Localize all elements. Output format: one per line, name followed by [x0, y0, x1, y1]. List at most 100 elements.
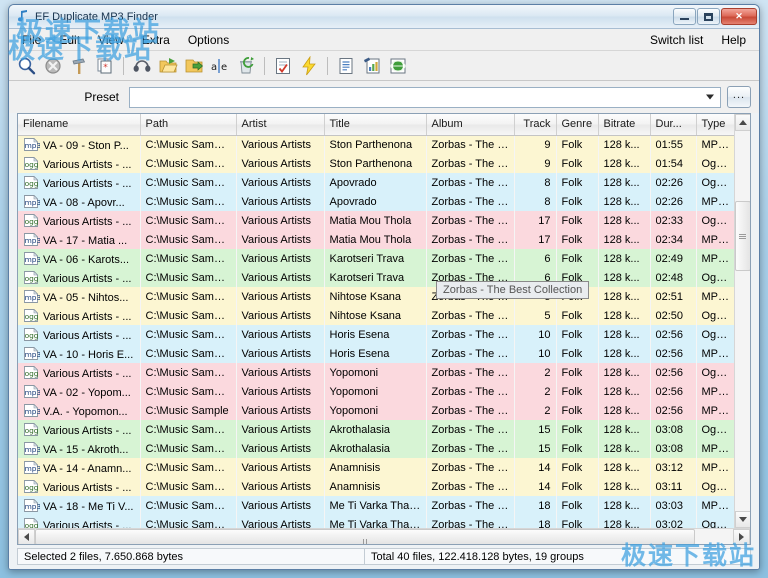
table-row[interactable]: mp3VA - 02 - Yopom...C:\Music Sample...V… — [18, 382, 734, 401]
cell-path: C:\Music Sample... — [140, 211, 236, 230]
table-row[interactable]: oggVarious Artists - ...C:\Music Sample.… — [18, 268, 734, 287]
menu-item-extra[interactable]: Extra — [133, 31, 179, 49]
cell-artist: Various Artists — [236, 477, 324, 496]
table-row[interactable]: mp3VA - 18 - Me Ti V...C:\Music Sample..… — [18, 496, 734, 515]
minimize-button[interactable] — [673, 8, 696, 25]
table-row[interactable]: mp3V.A. - Yopomon...C:\Music SampleVario… — [18, 401, 734, 420]
cell-filename: oggVarious Artists - ... — [18, 173, 140, 192]
lightning-icon[interactable] — [297, 54, 321, 78]
menu-item-switch-list[interactable]: Switch list — [641, 31, 712, 49]
menu-item-view[interactable]: View — [89, 31, 133, 49]
new-document-icon[interactable]: * — [93, 54, 117, 78]
vertical-scrollbar[interactable] — [734, 114, 750, 528]
cell-type: Ogg V — [696, 268, 734, 287]
column-header-genre[interactable]: Genre — [556, 114, 598, 135]
table-row[interactable]: oggVarious Artists - ...C:\Music Sample.… — [18, 420, 734, 439]
cell-filename: mp3V.A. - Yopomon... — [18, 401, 140, 420]
table-row[interactable]: oggVarious Artists - ...C:\Music Sample.… — [18, 173, 734, 192]
horizontal-scroll-thumb[interactable] — [35, 529, 695, 545]
table-row[interactable]: mp3VA - 17 - Matia ...C:\Music Sample...… — [18, 230, 734, 249]
ogg-file-icon: ogg — [23, 214, 40, 227]
scroll-left-button[interactable] — [18, 529, 35, 545]
table-row[interactable]: oggVarious Artists - ...C:\Music Sample.… — [18, 515, 734, 528]
maximize-button[interactable] — [697, 8, 720, 25]
cell-filename: oggVarious Artists - ... — [18, 420, 140, 439]
recycle-bin-icon[interactable] — [234, 54, 258, 78]
report-text-icon[interactable] — [334, 54, 358, 78]
table-row[interactable]: mp3VA - 08 - Apovr...C:\Music Sample...V… — [18, 192, 734, 211]
search-icon[interactable] — [15, 54, 39, 78]
cell-duration: 02:56 — [650, 401, 696, 420]
vertical-scroll-track[interactable] — [735, 131, 751, 511]
cell-title: Akrothalasia — [324, 420, 426, 439]
table-row[interactable]: mp3VA - 06 - Karots...C:\Music Sample...… — [18, 249, 734, 268]
column-header-duration[interactable]: Dur... — [650, 114, 696, 135]
stop-icon[interactable] — [41, 54, 65, 78]
grip-icon — [739, 233, 746, 240]
cell-genre: Folk — [556, 420, 598, 439]
vertical-scroll-thumb[interactable] — [735, 201, 751, 271]
ogg-file-icon: ogg — [23, 480, 40, 493]
table-row[interactable]: oggVarious Artists - ...C:\Music Sample.… — [18, 363, 734, 382]
menu-item-file[interactable]: File — [13, 31, 50, 49]
column-header-track[interactable]: Track — [514, 114, 556, 135]
ogg-file-icon: ogg — [23, 518, 40, 529]
column-header-bitrate[interactable]: Bitrate — [598, 114, 650, 135]
open-folder-icon[interactable] — [156, 54, 180, 78]
chevron-down-icon[interactable] — [702, 89, 718, 106]
menu-item-edit[interactable]: Edit — [50, 31, 89, 49]
close-button[interactable]: ✕ — [721, 8, 757, 25]
cell-path: C:\Music Sample... — [140, 230, 236, 249]
checklist-icon[interactable] — [271, 54, 295, 78]
column-header-artist[interactable]: Artist — [236, 114, 324, 135]
column-header-filename[interactable]: Filename — [18, 114, 140, 135]
cell-album: Zorbas - The B... — [426, 230, 514, 249]
cell-title: Ston Parthenona — [324, 154, 426, 173]
cell-artist: Various Artists — [236, 135, 324, 154]
hammer-tools-icon[interactable] — [67, 54, 91, 78]
svg-text:e: e — [221, 62, 227, 73]
column-header-album[interactable]: Album — [426, 114, 514, 135]
horizontal-scrollbar[interactable] — [18, 528, 750, 544]
report-chart-icon[interactable] — [360, 54, 384, 78]
cell-album: Zorbas - The B... — [426, 458, 514, 477]
cell-path: C:\Music Sample... — [140, 420, 236, 439]
horizontal-scroll-track[interactable] — [35, 529, 733, 545]
music-note-icon — [15, 9, 30, 24]
preset-combobox[interactable] — [129, 87, 721, 108]
cell-filename: oggVarious Artists - ... — [18, 363, 140, 382]
column-header-type[interactable]: Type — [696, 114, 734, 135]
table-row[interactable]: oggVarious Artists - ...C:\Music Sample.… — [18, 477, 734, 496]
table-row[interactable]: mp3VA - 14 - Anamn...C:\Music Sample...V… — [18, 458, 734, 477]
scroll-up-button[interactable] — [735, 114, 751, 131]
table-row[interactable]: mp3VA - 10 - Horis E...C:\Music Sample..… — [18, 344, 734, 363]
cell-album: Zorbas - The B... — [426, 135, 514, 154]
menu-item-help[interactable]: Help — [712, 31, 755, 49]
menu-item-options[interactable]: Options — [179, 31, 238, 49]
cell-track: 15 — [514, 439, 556, 458]
table-row[interactable]: oggVarious Artists - ...C:\Music Sample.… — [18, 211, 734, 230]
cell-filename: oggVarious Artists - ... — [18, 477, 140, 496]
table-row[interactable]: oggVarious Artists - ...C:\Music Sample.… — [18, 154, 734, 173]
table-row[interactable]: mp3VA - 05 - Nihtos...C:\Music Sample...… — [18, 287, 734, 306]
table-row[interactable]: mp3VA - 15 - Akroth...C:\Music Sample...… — [18, 439, 734, 458]
column-header-path[interactable]: Path — [140, 114, 236, 135]
column-header-title[interactable]: Title — [324, 114, 426, 135]
table-row[interactable]: oggVarious Artists - ...C:\Music Sample.… — [18, 306, 734, 325]
cell-filename: oggVarious Artists - ... — [18, 268, 140, 287]
table-row[interactable]: mp3VA - 09 - Ston P...C:\Music Sample...… — [18, 135, 734, 154]
globe-icon[interactable] — [386, 54, 410, 78]
preset-browse-button[interactable]: ... — [727, 86, 751, 108]
export-folder-icon[interactable] — [182, 54, 206, 78]
window-controls: ✕ — [673, 8, 757, 25]
cell-filename: mp3VA - 08 - Apovr... — [18, 192, 140, 211]
headphones-icon[interactable] — [130, 54, 154, 78]
scroll-down-button[interactable] — [735, 511, 751, 528]
cell-type: MPEG — [696, 192, 734, 211]
scroll-right-button[interactable] — [733, 529, 750, 545]
table-row[interactable]: oggVarious Artists - ...C:\Music Sample.… — [18, 325, 734, 344]
cell-artist: Various Artists — [236, 268, 324, 287]
filename-text: VA - 14 - Anamn... — [43, 463, 131, 475]
cell-path: C:\Music Sample... — [140, 363, 236, 382]
rename-icon[interactable]: a e — [208, 54, 232, 78]
